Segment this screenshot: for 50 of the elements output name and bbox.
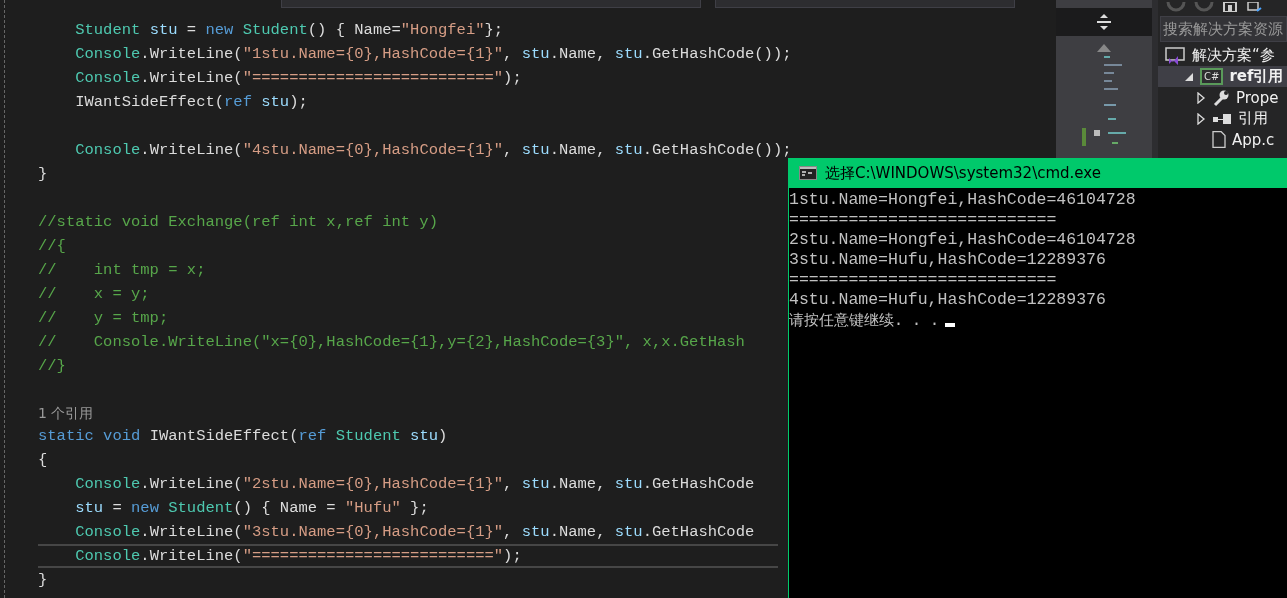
code-line: //{ [38, 236, 66, 257]
split-icon [1096, 14, 1112, 30]
code-line: // int tmp = x; [38, 260, 206, 281]
code-line: Console.WriteLine("3stu.Name={0},HashCode={1}", stu.Name, stu.GetHashCode [74, 522, 755, 543]
tree-item[interactable]: 解决方案“参 [1158, 45, 1287, 66]
expanded-arrow-icon[interactable] [1184, 71, 1194, 82]
wrench-icon [1212, 88, 1230, 107]
split-handle[interactable] [1056, 8, 1152, 36]
reference-icon [1212, 111, 1232, 126]
code-line: Console.WriteLine("2stu.Name={0},HashCode={1}", stu.Name, stu.GetHashCode [74, 474, 755, 495]
solution-icon [1164, 45, 1186, 66]
tree-item[interactable]: App.c [1158, 129, 1287, 150]
code-line: Console.WriteLine("1stu.Name={0},HashCode={1}", stu.Name, stu.GetHashCode()); [74, 44, 792, 65]
console-prompt: 请按任意键继续. . . [789, 310, 940, 330]
config-file-icon [1212, 131, 1226, 148]
code-line: //static void Exchange(ref int x,ref int y) [38, 212, 438, 233]
text-cursor [945, 323, 956, 327]
tree-item[interactable]: 引用 [1158, 108, 1287, 129]
code-line: IWantSideEffect(ref stu); [74, 92, 308, 113]
code-line: static void IWantSideEffect(ref Student stu) [38, 426, 448, 447]
console-output-line: =========================== [789, 210, 1057, 230]
code-line: // y = tmp; [38, 308, 169, 329]
console-title: 选择C:\WINDOWS\system32\cmd.exe [825, 163, 1101, 183]
collapsed-arrow-icon[interactable] [1196, 112, 1206, 125]
project-icon: C# [1200, 68, 1224, 85]
console-output-line: 1stu.Name=Hongfei,HashCode=46104728 [789, 190, 1136, 210]
code-line: } [38, 164, 48, 185]
code-line: { [38, 450, 48, 471]
console-output-line: 2stu.Name=Hongfei,HashCode=46104728 [789, 230, 1136, 250]
console-app-icon [799, 166, 817, 180]
code-line: //} [38, 356, 66, 377]
reference-count-link[interactable]: 1 个引用 [38, 405, 94, 421]
scroll-up-icon[interactable] [1097, 44, 1111, 52]
collapsed-arrow-icon[interactable] [1196, 91, 1206, 104]
tree-item[interactable]: Prope [1158, 87, 1287, 108]
search-field[interactable]: 搜索解决方案资源 [1160, 16, 1287, 42]
code-line: // Console.WriteLine("x={0},HashCode={1},y={2},HashCode={3}", x,x.GetHash [38, 332, 745, 353]
console-output-line: 4stu.Name=Hufu,HashCode=12289376 [789, 290, 1106, 310]
console-output-line: =========================== [789, 270, 1057, 290]
code-line: } [38, 570, 48, 591]
code-line: Console.WriteLine("=========================="); [74, 68, 522, 89]
code-line: stu = new Student() { Name = "Hufu" }; [74, 498, 429, 519]
console-title-bar[interactable]: 选择C:\WINDOWS\system32\cmd.exe [789, 158, 1287, 188]
console-output-line: 3stu.Name=Hufu,HashCode=12289376 [789, 250, 1106, 270]
code-line: Student stu = new Student() { Name="Hongfei"}; [74, 20, 504, 41]
tree-item[interactable]: C# ref引用 [1158, 66, 1287, 87]
code-line: Console.WriteLine("4stu.Name={0},HashCode={1}", stu.Name, stu.GetHashCode()); [74, 140, 792, 161]
sync-icon[interactable] [1246, 2, 1262, 12]
code-line: Console.WriteLine("=========================="); [38, 544, 778, 568]
code-line: // x = y; [38, 284, 150, 305]
